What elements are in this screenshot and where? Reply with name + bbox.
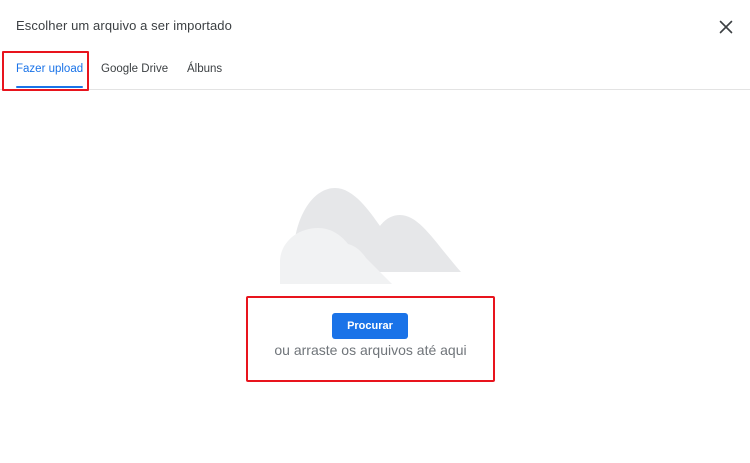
close-icon — [719, 20, 733, 34]
close-button[interactable] — [712, 13, 740, 41]
tab-albums-label: Álbuns — [187, 63, 223, 75]
cloud-icon — [280, 188, 461, 284]
file-import-dialog: Escolher um arquivo a ser importado Faze… — [0, 0, 750, 463]
tab-google-drive-label: Google Drive — [101, 63, 169, 75]
tab-bar: Fazer upload Google Drive Álbuns — [0, 50, 750, 90]
upload-highlight-box — [246, 296, 495, 382]
tab-highlight-box — [2, 51, 89, 91]
dialog-title: Escolher um arquivo a ser importado — [16, 18, 232, 33]
drag-drop-hint: ou arraste os arquivos até aqui — [274, 342, 467, 358]
tab-google-drive[interactable]: Google Drive — [101, 50, 168, 89]
tab-albums[interactable]: Álbuns — [187, 50, 222, 89]
browse-button[interactable]: Procurar — [332, 313, 408, 339]
